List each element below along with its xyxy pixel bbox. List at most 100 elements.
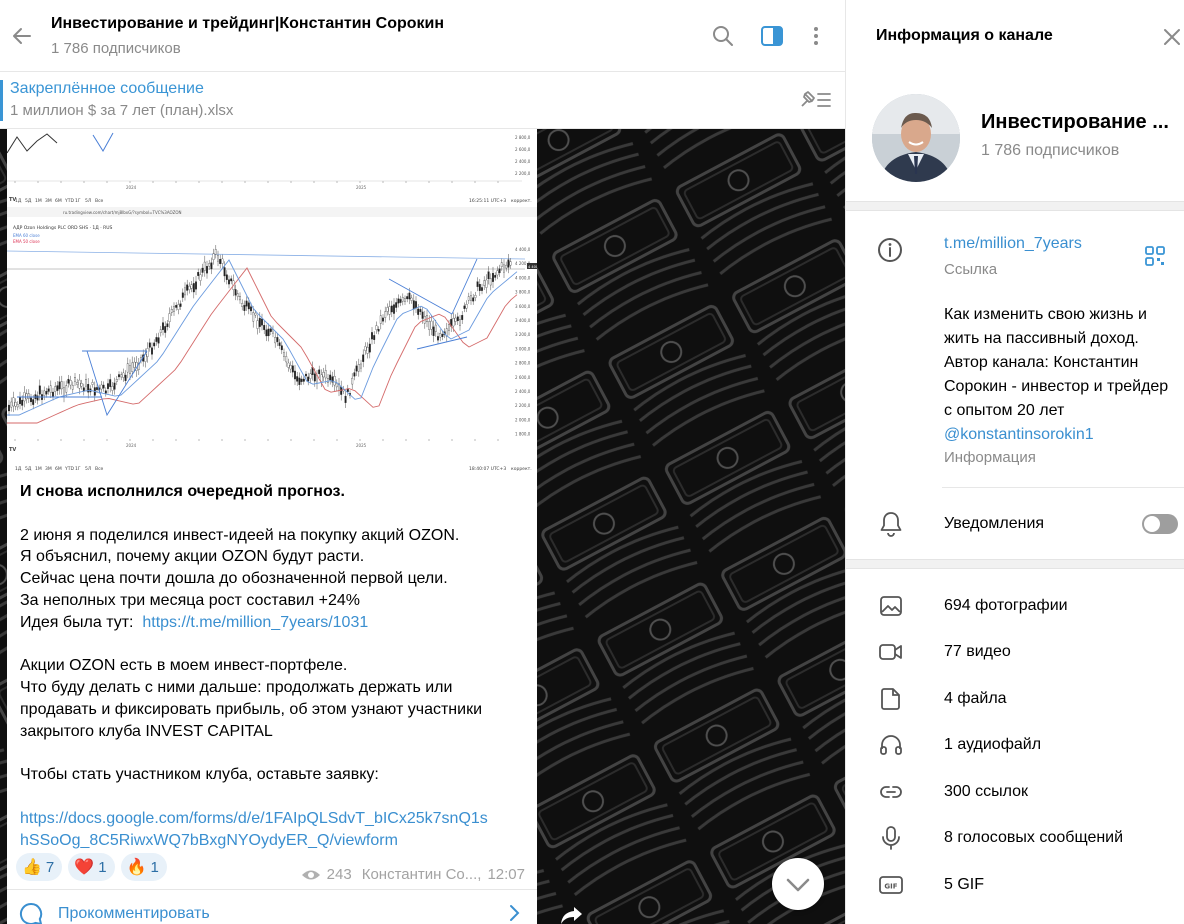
price-tick: 1 800,0: [515, 432, 531, 437]
candle-body: [333, 376, 336, 386]
candle-body: [192, 283, 195, 293]
scroll-down-button[interactable]: [772, 858, 824, 910]
qr-code-icon[interactable]: [1144, 245, 1166, 267]
candle-body: [71, 385, 74, 390]
price-tick: 3 200,0: [515, 332, 531, 337]
candle-body: [351, 377, 354, 385]
candle-body: [401, 297, 404, 302]
search-icon[interactable]: [711, 24, 735, 48]
media-videos[interactable]: 77 видео: [846, 630, 1184, 674]
candle-body: [448, 324, 450, 331]
candle-body: [122, 372, 125, 378]
candle-body: [155, 337, 158, 342]
channel-link[interactable]: t.me/million_7years: [944, 235, 1082, 253]
media-files[interactable]: 4 файла: [846, 677, 1184, 721]
media-links[interactable]: 300 ссылок: [846, 770, 1184, 814]
candle-body: [379, 315, 382, 324]
candle-body: [256, 320, 259, 329]
candle-body: [265, 329, 268, 337]
candle-body: [276, 337, 279, 342]
candle-body: [151, 347, 153, 355]
svg-text:2 400,0: 2 400,0: [515, 159, 531, 164]
candle-body: [80, 383, 83, 387]
media-photos[interactable]: 694 фотографии: [846, 584, 1184, 628]
candle-body: [404, 298, 406, 302]
media-voice[interactable]: 8 голосовых сообщений: [846, 816, 1184, 860]
post-chart-image[interactable]: 2 800,0 2 600,0 2 400,0 2 200,0 2024 2025…: [7, 129, 537, 475]
timeframe-label: 6М: [55, 198, 62, 204]
share-icon[interactable]: [560, 905, 584, 924]
candle-body: [239, 296, 241, 301]
close-icon[interactable]: [1161, 26, 1183, 48]
candle-body: [467, 296, 470, 301]
chat-panel: Инвестирование и трейдинг|Константин Сор…: [0, 0, 845, 924]
candle-body: [496, 270, 499, 276]
candle-body: [305, 373, 307, 377]
year-label: 2025: [356, 443, 367, 448]
candle-body: [25, 393, 28, 400]
candle-body: [54, 386, 57, 392]
sidebar-toggle-icon[interactable]: [760, 24, 784, 48]
candle-body: [60, 381, 63, 390]
description-label: Информация: [944, 449, 1036, 466]
price-tick: 3 400,0: [515, 318, 531, 323]
candle-body: [201, 267, 204, 273]
media-photos-label: 694 фотографии: [944, 597, 1068, 614]
candle-body: [395, 302, 398, 308]
candle-body: [318, 369, 321, 375]
candle-body: [27, 393, 30, 399]
more-options-icon[interactable]: [804, 24, 828, 48]
candle-body: [118, 374, 120, 378]
media-audio-label: 1 аудиофайл: [944, 736, 1042, 753]
candle-body: [285, 356, 288, 363]
media-gif[interactable]: GIF 5 GIF: [846, 863, 1184, 907]
candle-body: [368, 343, 371, 353]
comment-button[interactable]: Прокомментировать: [7, 889, 537, 924]
candle-body: [217, 255, 219, 262]
candle-body: [432, 326, 435, 336]
candle-body: [505, 264, 508, 269]
reaction-heart[interactable]: ❤️ 1: [68, 853, 115, 881]
channel-description: Как изменить свою жизнь и жить на пассив…: [944, 303, 1174, 447]
description-text: Как изменить свою жизнь и жить на пассив…: [944, 306, 1169, 419]
candle-body: [168, 313, 171, 322]
svg-text:TV: TV: [9, 447, 16, 453]
media-more[interactable]: [846, 912, 1184, 924]
timeframe-label: 3М: [45, 198, 52, 204]
candle-body: [45, 391, 48, 395]
reaction-thumbs-up[interactable]: 👍 7: [16, 853, 63, 881]
media-audio[interactable]: 1 аудиофайл: [846, 723, 1184, 767]
back-arrow-icon[interactable]: [8, 22, 36, 50]
post-line: продавать и фиксировать прибыль, об этом…: [20, 700, 482, 718]
candle-body: [274, 337, 277, 344]
candle-body: [419, 309, 422, 312]
candle-body: [384, 311, 387, 318]
candle-body: [175, 305, 178, 308]
year-label: 2024: [126, 185, 137, 190]
candle-body: [503, 264, 505, 273]
candle-body: [309, 373, 312, 379]
candle-body: [186, 284, 189, 291]
candle-body: [329, 374, 332, 381]
pinned-message[interactable]: Закреплённое сообщение 1 миллион $ за 7 …: [0, 72, 845, 129]
candle-body: [243, 305, 246, 311]
candle-body: [397, 298, 400, 304]
candle-body: [212, 253, 215, 260]
candle-body: [415, 301, 417, 308]
pinned-list-icon[interactable]: [796, 88, 832, 112]
form-link[interactable]: https://docs.google.com/forms/d/e/1FAIpQ…: [20, 808, 530, 852]
idea-link[interactable]: https://t.me/million_7years/1031: [142, 614, 368, 631]
author-handle-link[interactable]: @konstantinsorokin1: [944, 426, 1094, 443]
info-panel-title: Информация о канале: [876, 27, 1053, 44]
notifications-toggle[interactable]: [1142, 514, 1178, 534]
post-line: Идея была тут: https://t.me/million_7yea…: [20, 612, 530, 634]
candle-body: [247, 302, 250, 310]
candle-body: [56, 385, 59, 391]
chat-title[interactable]: Инвестирование и трейдинг|Константин Сор…: [51, 15, 444, 33]
svg-text:18:40:07 UTC+3: 18:40:07 UTC+3: [469, 466, 506, 472]
channel-avatar[interactable]: [872, 94, 960, 182]
comment-label: Прокомментировать: [58, 905, 210, 922]
candle-body: [421, 311, 424, 319]
reaction-fire[interactable]: 🔥 1: [120, 853, 167, 881]
timeframe-label: 3М: [45, 466, 52, 472]
